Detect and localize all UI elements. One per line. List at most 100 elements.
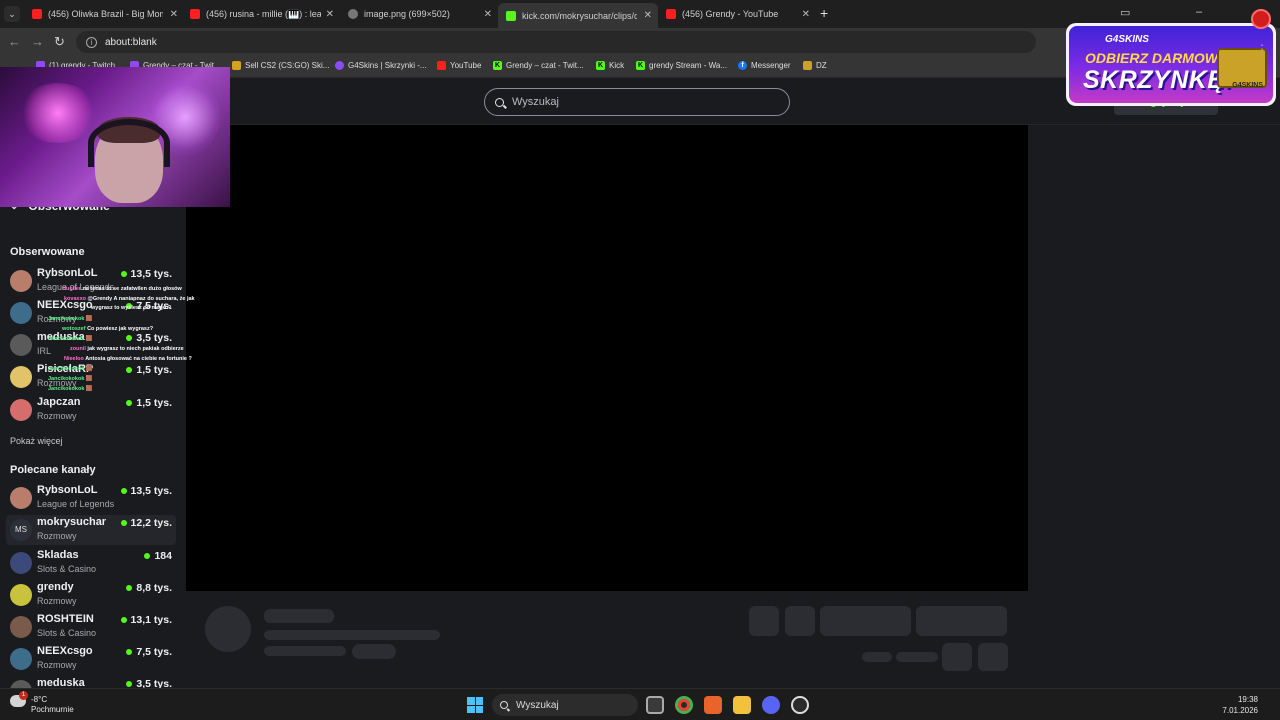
bookmark-messenger[interactable]: f Messenger: [738, 61, 791, 70]
chest-label: G4SKINS: [1232, 82, 1263, 89]
windows-start-icon[interactable]: [467, 697, 483, 713]
new-tab-button[interactable]: +: [820, 5, 828, 21]
avatar: [10, 302, 32, 324]
back-icon[interactable]: ←: [8, 34, 21, 49]
tab-close-icon[interactable]: ✕: [170, 9, 178, 20]
followed-channel-neexcsgo[interactable]: NEEXcsgo Rozmowy 7,5 tys.: [6, 298, 176, 328]
chat-user: Jancikokokok: [48, 336, 85, 342]
reload-icon[interactable]: ↻: [54, 34, 65, 50]
tab-close-icon[interactable]: ✕: [644, 10, 652, 21]
tab-oliwka[interactable]: (456) Oliwka Brazil - Big Momm ✕: [24, 4, 184, 24]
tab-kick-active[interactable]: kick.com/mokrysuchar/clips/clip ✕: [498, 3, 658, 28]
viewer-count: 13,1 tys.: [120, 614, 172, 626]
file-explorer-icon[interactable]: [733, 696, 751, 714]
site-search-input[interactable]: Wyszukaj: [484, 88, 790, 116]
g4skins-promo-banner: G4SKINS ODBIERZ DARMOWĄ SKRZYNKĘ! G4SKIN…: [1066, 23, 1276, 106]
system-clock[interactable]: 19:38 7.01.2026: [1222, 694, 1258, 716]
tab-label: image.png (699×502): [364, 9, 450, 19]
chat-user: Jancikokokok: [48, 366, 85, 372]
avatar: MS: [10, 519, 32, 541]
recommended-channel-rybsonlol[interactable]: RybsonLoL League of Legends 13,5 tys.: [6, 483, 176, 513]
skeleton-title: [264, 609, 334, 623]
chat-text: jak wygrasz to niech pakiak odbierze: [87, 346, 184, 352]
chat-text: Antosia głosować na ciebie na fortunie ?: [85, 356, 192, 362]
avatar: [10, 487, 32, 509]
taskbar-search[interactable]: Wyszukaj: [492, 694, 638, 716]
tab-grendy[interactable]: (456) Grendy - YouTube ✕: [658, 4, 816, 24]
viewer-count: 184: [144, 550, 172, 562]
tab-rusina[interactable]: (456) rusina - millie (🎹) : learnin ✕: [182, 4, 340, 24]
cast-icon[interactable]: ▭: [1120, 6, 1130, 19]
bookmark-dz[interactable]: DZ: [803, 61, 827, 70]
address-bar[interactable]: i about:blank: [76, 31, 1036, 53]
channel-name: Skladas: [37, 549, 79, 561]
bookmark-label: Messenger: [751, 61, 791, 70]
promo-panel: G4SKINS ODBIERZ DARMOWĄ SKRZYNKĘ! G4SKIN…: [1069, 26, 1273, 103]
viewer-count: 3,5 tys.: [126, 332, 172, 344]
bookmark-label: grendy Stream - Wa...: [649, 61, 727, 70]
live-dot-icon: [120, 271, 127, 277]
tab-search-dropdown[interactable]: ⌄: [4, 6, 20, 22]
discord-icon[interactable]: [762, 696, 780, 714]
recommended-channel-grendy[interactable]: grendy Rozmowy 8,8 tys.: [6, 580, 176, 610]
recommended-channel-neexcsgo[interactable]: NEEXcsgo Rozmowy 7,5 tys.: [6, 644, 176, 674]
chat-message: Jancikokokok 🟫: [48, 386, 93, 392]
bookmark-youtube[interactable]: YouTube: [437, 61, 481, 70]
recommended-section-title: Polecane kanały: [10, 464, 96, 476]
skeleton-button: [978, 643, 1008, 671]
headset-icon: [88, 119, 170, 167]
chat-text: 🟫: [85, 316, 93, 322]
chat-text: Co powiesz jak wygrasz?: [87, 326, 154, 332]
task-view-icon[interactable]: [646, 696, 664, 714]
viewer-count: 12,2 tys.: [120, 517, 172, 529]
viewer-count: 1,5 tys.: [126, 397, 172, 409]
bookmark-g4skins[interactable]: G4Skins | Skrzynki -...: [335, 61, 427, 70]
chrome-icon[interactable]: [675, 696, 693, 714]
forward-icon[interactable]: →: [31, 34, 44, 49]
recommended-channel-roshtein[interactable]: ROSHTEIN Slots & Casino 13,1 tys.: [6, 612, 176, 642]
chat-message: zounil jak wygrasz to niech pakiak odbie…: [70, 346, 184, 352]
recommended-channel-mokrysuchar[interactable]: MS mokrysuchar Rozmowy 12,2 tys.: [6, 515, 176, 545]
tab-close-icon[interactable]: ✕: [802, 9, 810, 20]
recommended-channel-skladas[interactable]: Skladas Slots & Casino 184: [6, 548, 176, 578]
viewer-count-label: 8,8 tys.: [136, 582, 172, 594]
channel-name: Japczan: [37, 396, 81, 408]
tab-label: (456) Oliwka Brazil - Big Momm: [48, 9, 163, 19]
bookmark-grendy-stream[interactable]: Kgrendy Stream - Wa...: [636, 61, 727, 70]
tab-close-icon[interactable]: ✕: [326, 9, 334, 20]
youtube-icon: [437, 61, 446, 70]
tab-image[interactable]: image.png (699×502) ✕: [340, 4, 498, 24]
bookmark-label: YouTube: [450, 61, 482, 70]
channel-name: meduska: [37, 677, 85, 688]
steam-icon[interactable]: [791, 696, 809, 714]
avatar: [10, 584, 32, 606]
skeleton-avatar: [205, 606, 251, 652]
recommended-channel-meduska[interactable]: meduska 3,5 tys.: [6, 676, 176, 688]
facebook-icon: f: [738, 61, 747, 70]
tab-close-icon[interactable]: ✕: [484, 9, 492, 20]
youtube-icon: [32, 9, 42, 19]
side-panel-icon[interactable]: ⋮: [1256, 42, 1268, 56]
skeleton-pill: [352, 644, 396, 659]
avatar: [10, 616, 32, 638]
channel-category: Rozmowy: [37, 411, 77, 421]
video-player[interactable]: [186, 125, 1028, 591]
bookmark-grendy-czat-2[interactable]: K Grendy – czat - Twit...: [493, 61, 584, 70]
search-placeholder: Wyszukaj: [512, 96, 559, 108]
search-icon: [500, 701, 508, 709]
show-more-link[interactable]: Pokaż więcej: [10, 436, 63, 446]
app-a-icon[interactable]: [704, 696, 722, 714]
followed-channel-japczan[interactable]: Japczan Rozmowy 1,5 tys.: [6, 395, 176, 425]
site-info-icon[interactable]: i: [86, 36, 97, 48]
minimize-icon[interactable]: –: [1196, 6, 1202, 18]
channel-sidebar: ⌄ Obserwowane Obserwowane RybsonLoL Leag…: [0, 125, 186, 688]
bookmark-kick[interactable]: K Kick: [596, 61, 624, 70]
bookmark-sell-cs2[interactable]: Sell CS2 (CS:GO) Ski...: [232, 61, 329, 70]
channel-category: League of Legends: [37, 499, 115, 509]
taskbar: 1 -8°C Pochmurnie Wyszukaj 19:38 7.01.20…: [0, 688, 1280, 720]
skeleton-line: [896, 652, 938, 662]
chat-user: Nieeloo: [64, 356, 84, 362]
viewer-count-label: 13,5 tys.: [130, 268, 172, 280]
tab-label: (456) rusina - millie (🎹) : learnin: [206, 8, 321, 19]
profile-avatar[interactable]: [1251, 9, 1271, 29]
